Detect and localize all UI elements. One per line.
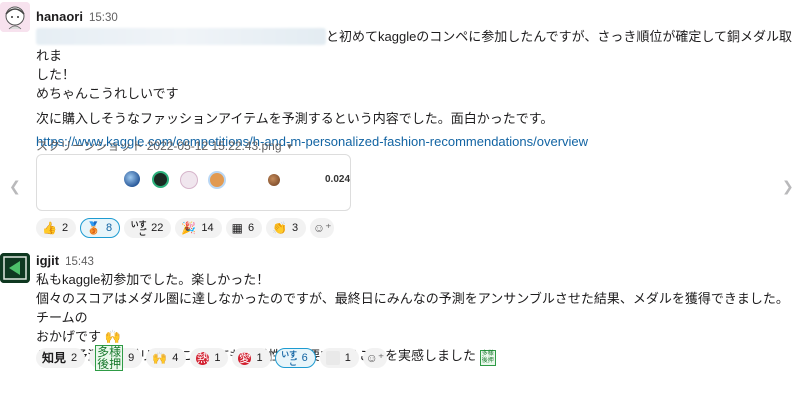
reaction-count: 6: [247, 222, 255, 234]
reaction-count: 22: [151, 222, 164, 234]
reaction-sugoi[interactable]: すごい 6: [274, 348, 316, 368]
message-line: 次に購入しそうなファッションアイテムを予測するという内容でした。面白かったです。: [36, 111, 554, 126]
avatar-dot-icon: [208, 171, 226, 189]
clapping-hands-icon: 👏: [272, 221, 288, 235]
next-arrow-icon[interactable]: ❯: [782, 178, 794, 195]
sugoi-stamp-icon: すごい: [280, 350, 298, 366]
message-body: と初めてkaggleのコンペに参加したんですが、さっき順位が確定して銅メダル取れ…: [36, 27, 796, 151]
diversity-badge-icon: 多様 後押: [479, 350, 496, 366]
reaction-count: 8: [106, 222, 113, 234]
reaction-bronze-medal[interactable]: 🥉 8: [80, 218, 121, 238]
reaction-bar: 👍 2 🥉 8 すごい 22 🎉 14 ▦ 6 👏 3 ☺⁺: [36, 218, 335, 238]
reaction-count: 1: [256, 352, 263, 364]
message-header: hanaori 15:30: [36, 9, 118, 24]
reaction-sugoi[interactable]: すごい 22: [124, 218, 172, 238]
preview-score: 0.024: [325, 174, 351, 185]
reaction-count: 2: [71, 352, 78, 364]
timestamp[interactable]: 15:43: [65, 256, 94, 268]
timestamp[interactable]: 15:30: [89, 12, 118, 24]
author-name[interactable]: hanaori: [36, 9, 83, 24]
reaction-count: 1: [214, 352, 221, 364]
reaction-blank[interactable]: 1: [319, 348, 359, 368]
add-reaction-button[interactable]: ☺⁺: [310, 218, 335, 238]
reaction-party[interactable]: 🎉 14: [175, 218, 222, 238]
message-line: おかげです: [36, 329, 102, 344]
avatar-dot-icon: [152, 171, 169, 188]
avatar[interactable]: [0, 253, 30, 283]
add-emoji-icon: ☺⁺: [312, 221, 332, 235]
reaction-bar: 知見 2 多様 後押 9 🙌 4 熱1 愛1 すごい 6 1 ☺⁺: [36, 345, 387, 371]
message-line: 個々のスコアはメダル圏に達しなかったのですが、最終日にみんなの予測をアンサンブル…: [36, 291, 789, 325]
thumbs-up-icon: 👍: [42, 221, 57, 235]
reaction-count: 2: [61, 222, 69, 234]
redacted-text: [36, 28, 326, 45]
raised-hands-icon: 🙌: [104, 329, 121, 344]
reaction-netsu[interactable]: 熱1: [190, 348, 229, 368]
red-circle-icon: 熱: [196, 351, 210, 365]
previous-arrow-icon[interactable]: ❮: [9, 178, 21, 195]
reaction-raised-hands[interactable]: 🙌 4: [146, 348, 187, 368]
avatar-illustration-icon: [0, 2, 30, 32]
reaction-thumbs-up[interactable]: 👍 2: [36, 218, 77, 238]
message-line: めちゃんこうれしいです: [36, 86, 179, 101]
sugoi-stamp-icon: すごい: [130, 220, 148, 236]
reaction-count: 6: [301, 352, 308, 364]
avatar-dot-icon: [124, 171, 140, 187]
party-popper-icon: 🎉: [181, 221, 197, 235]
green-badge-icon: 多様 後押: [95, 345, 124, 371]
message-line: 私もkaggle初参加でした。楽しかった！: [36, 272, 270, 287]
red-circle-love-icon: 愛: [238, 351, 252, 365]
avatar-dot-icon: [180, 171, 198, 189]
avatar[interactable]: [0, 2, 30, 32]
avatar-dot-icon: [268, 174, 280, 186]
raised-hands-icon: 🙌: [152, 351, 168, 365]
reaction-grid-stamp[interactable]: ▦ 6: [225, 218, 263, 238]
reaction-count: 9: [128, 352, 135, 364]
author-name[interactable]: igjit: [36, 253, 59, 268]
avatar-logo-icon: [0, 253, 30, 283]
reaction-chiken[interactable]: 知見 2: [36, 348, 86, 368]
reaction-count: 4: [172, 352, 179, 364]
image-preview[interactable]: 0.024: [36, 154, 351, 211]
add-reaction-button[interactable]: ☺⁺: [362, 348, 387, 368]
reaction-ai[interactable]: 愛1: [232, 348, 271, 368]
reaction-clap[interactable]: 👏 3: [266, 218, 307, 238]
reaction-count: 1: [344, 352, 351, 364]
reaction-green-badge[interactable]: 多様 後押 9: [89, 345, 143, 371]
caret-down-icon[interactable]: ▼: [286, 142, 294, 151]
reaction-count: 3: [292, 222, 299, 234]
kanji-stamp-icon: 知見: [42, 351, 67, 365]
file-name[interactable]: スクリーンショット 2022-05-12 15.22.43.png ▼: [36, 137, 293, 154]
message-header: igjit 15:43: [36, 253, 94, 268]
add-emoji-icon: ☺⁺: [365, 351, 385, 365]
file-name-text: スクリーンショット 2022-05-12 15.22.43.png: [36, 139, 282, 153]
grid-stamp-icon: ▦: [231, 221, 243, 235]
blank-stamp-icon: [325, 351, 340, 365]
message-line: した！: [36, 67, 76, 82]
reaction-count: 14: [201, 222, 214, 234]
bronze-medal-icon: 🥉: [86, 221, 102, 235]
